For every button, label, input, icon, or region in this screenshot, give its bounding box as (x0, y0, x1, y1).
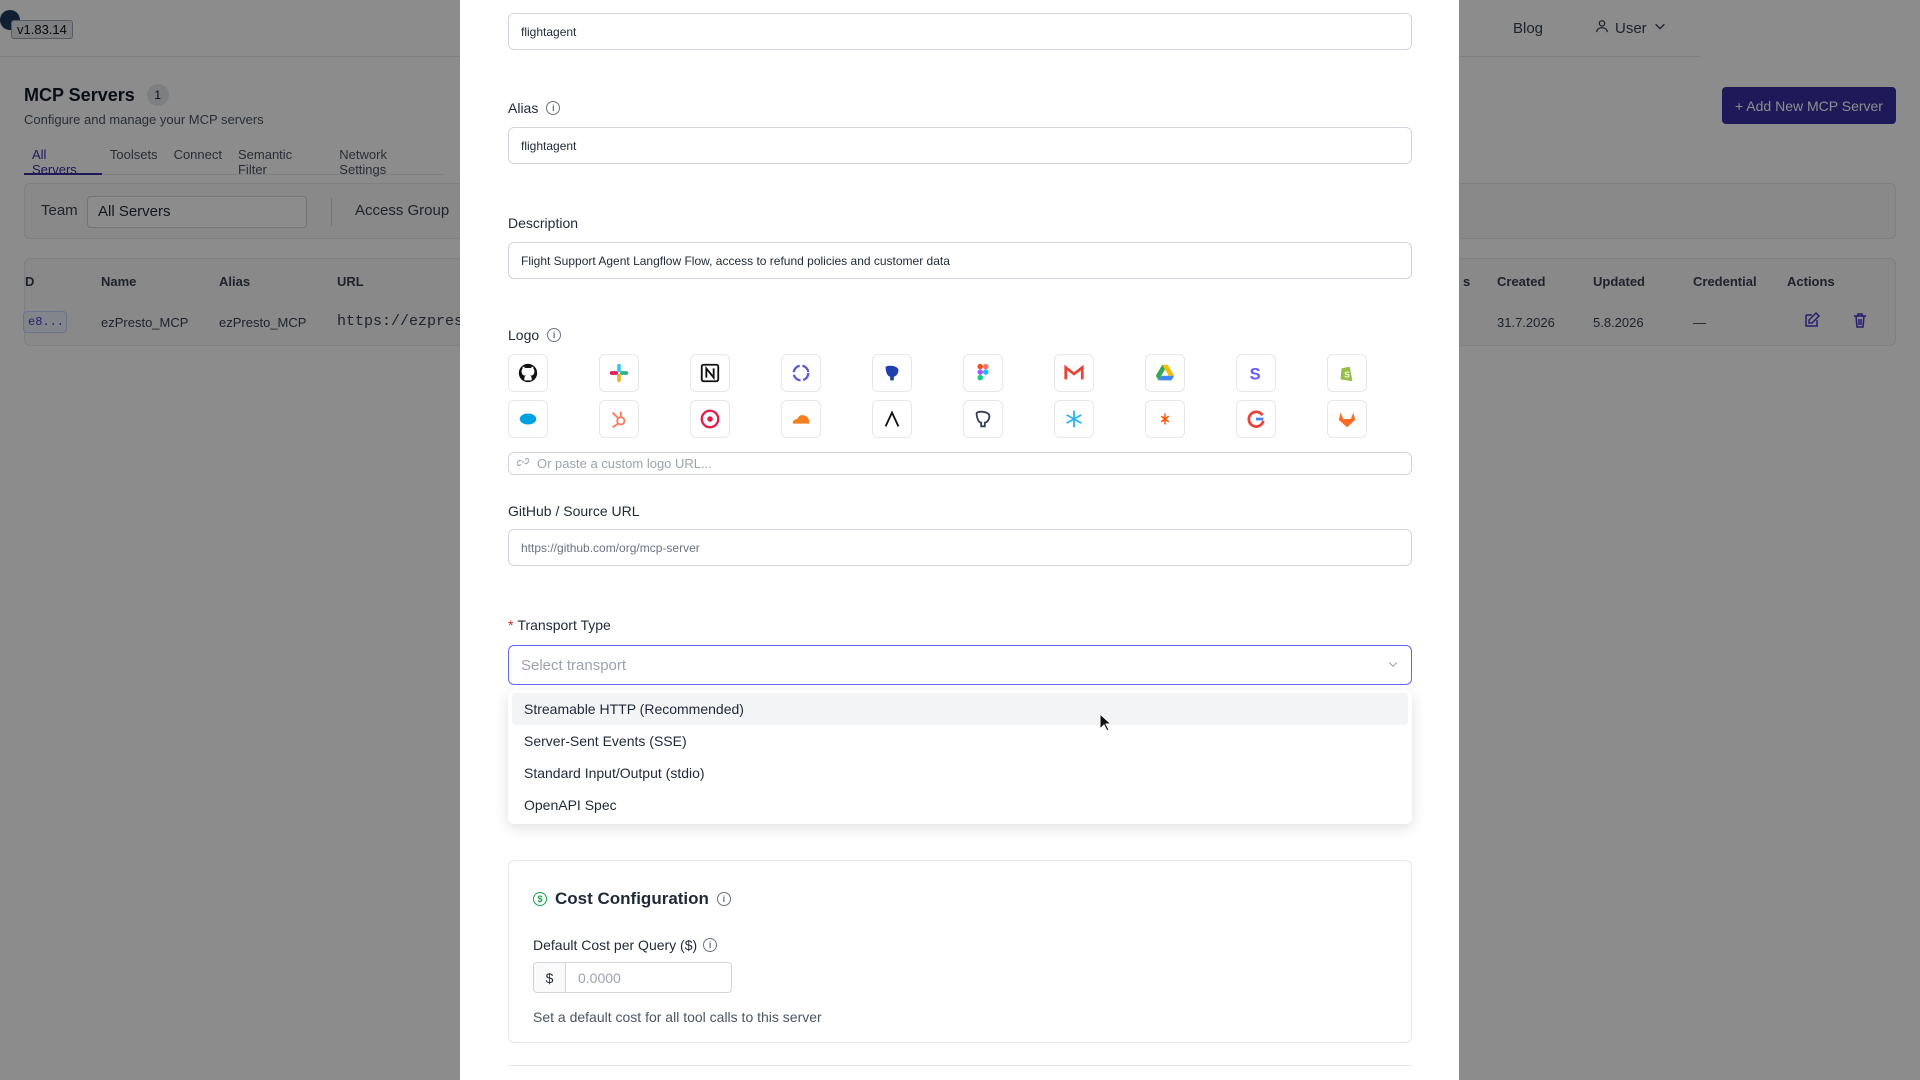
gitlab-icon (1338, 412, 1356, 428)
logo-option-drive[interactable] (1145, 354, 1185, 392)
info-icon[interactable]: i (546, 101, 561, 115)
logo-option-gmail[interactable] (1054, 354, 1094, 392)
info-icon[interactable]: i (547, 328, 562, 342)
server-name-field[interactable]: flightagent (508, 13, 1412, 50)
server-name-value: flightagent (521, 24, 577, 39)
postgres-icon (885, 365, 899, 381)
svg-text:S: S (1344, 371, 1350, 380)
logo-option-github[interactable] (508, 354, 548, 392)
logo-option-hubspot[interactable] (599, 400, 639, 438)
custom-logo-url-placeholder: Or paste a custom logo URL... (537, 456, 712, 471)
info-icon[interactable]: i (716, 892, 731, 906)
transport-type-label-text: Transport Type (517, 617, 611, 633)
transport-type-select[interactable]: Select transport (508, 645, 1412, 685)
logo-option-todoist[interactable] (690, 400, 730, 438)
shopify-icon: S (1340, 366, 1353, 382)
source-url-label: GitHub / Source URL (508, 503, 640, 519)
logo-option-notion[interactable] (690, 354, 730, 392)
transport-type-placeholder: Select transport (521, 656, 627, 674)
alias-value: flightagent (521, 138, 577, 153)
logo-option-slack[interactable] (599, 354, 639, 392)
default-cost-label-text: Default Cost per Query ($) (533, 937, 698, 953)
default-cost-placeholder: 0.0000 (578, 969, 621, 986)
description-field[interactable]: Flight Support Agent Langflow Flow, acce… (508, 242, 1412, 279)
dollar-icon: $ (533, 892, 547, 906)
default-cost-help-text: Set a default cost for all tool calls to… (533, 1009, 822, 1025)
transport-type-label: * Transport Type (508, 617, 611, 633)
description-value: Flight Support Agent Langflow Flow, acce… (521, 253, 950, 268)
cloudflare-icon (792, 415, 810, 424)
arch-icon (884, 410, 900, 427)
required-marker: * (508, 617, 514, 633)
alias-label-text: Alias (508, 100, 539, 116)
add-server-modal: flightagent Alias i flightagent Descript… (460, 0, 1459, 1080)
snowflake-icon (1066, 410, 1082, 428)
currency-prefix: $ (533, 962, 565, 993)
description-label-text: Description (508, 215, 579, 231)
transport-option-stdio[interactable]: Standard Input/Output (stdio) (512, 757, 1408, 789)
cost-configuration-title-text: Cost Configuration (555, 889, 709, 908)
logo-option-figma[interactable] (963, 354, 1003, 392)
todoist-icon (700, 409, 720, 429)
gmail-icon (1064, 364, 1084, 380)
info-icon[interactable]: i (703, 938, 718, 952)
stripe-icon: S (1250, 365, 1261, 383)
transport-option-streamable-http[interactable]: Streamable HTTP (Recommended) (512, 693, 1408, 725)
drive-icon (1155, 364, 1175, 381)
logo-option-database[interactable] (963, 400, 1003, 438)
description-label: Description (508, 215, 578, 231)
mouse-cursor-icon (1099, 713, 1113, 732)
github-icon (518, 363, 538, 383)
database-icon (975, 410, 991, 428)
slack-icon (609, 363, 629, 383)
logo-option-google[interactable] (1236, 400, 1276, 438)
link-icon (516, 456, 530, 471)
notion-icon (700, 363, 720, 383)
salesforce-icon (519, 413, 537, 425)
source-url-placeholder: https://github.com/org/mcp-server (521, 540, 700, 555)
cost-configuration-card: $ Cost Configuration i Default Cost per … (508, 860, 1412, 1043)
google-icon (1247, 410, 1265, 428)
default-cost-input[interactable]: 0.0000 (565, 962, 732, 993)
zapier-icon (1160, 413, 1170, 425)
logo-option-gitlab[interactable] (1327, 400, 1367, 438)
default-cost-input-group: $ 0.0000 (533, 962, 732, 993)
modal-divider (508, 1065, 1412, 1066)
source-url-field[interactable]: https://github.com/org/mcp-server (508, 529, 1412, 566)
transport-option-sse[interactable]: Server-Sent Events (SSE) (512, 725, 1408, 757)
logo-label-text: Logo (508, 327, 540, 343)
default-cost-label: Default Cost per Query ($) i (533, 937, 718, 953)
alias-field[interactable]: flightagent (508, 127, 1412, 164)
source-url-label-text: GitHub / Source URL (508, 503, 640, 519)
svg-text:S: S (1250, 365, 1261, 383)
cost-configuration-title: $ Cost Configuration i (533, 889, 731, 909)
figma-icon (977, 363, 989, 381)
chevron-down-icon (1387, 657, 1399, 674)
alias-label: Alias i (508, 100, 561, 116)
transport-option-openapi[interactable]: OpenAPI Spec (512, 789, 1408, 821)
logo-option-zapier[interactable] (1145, 400, 1185, 438)
logo-option-stripe[interactable]: S (1236, 354, 1276, 392)
logo-label: Logo i (508, 327, 562, 343)
logo-option-salesforce[interactable] (508, 400, 548, 438)
logo-option-linear[interactable] (781, 354, 821, 392)
transport-dropdown-menu: Streamable HTTP (Recommended) Server-Sen… (508, 690, 1412, 824)
logo-option-snowflake[interactable] (1054, 400, 1094, 438)
logo-option-cloudflare[interactable] (781, 400, 821, 438)
custom-logo-url-input[interactable]: Or paste a custom logo URL... (508, 452, 1412, 475)
hubspot-icon (611, 411, 626, 429)
logo-option-arch[interactable] (872, 400, 912, 438)
logo-option-postgres[interactable] (872, 354, 912, 392)
linear-icon (792, 364, 810, 382)
logo-option-shopify[interactable]: S (1327, 354, 1367, 392)
